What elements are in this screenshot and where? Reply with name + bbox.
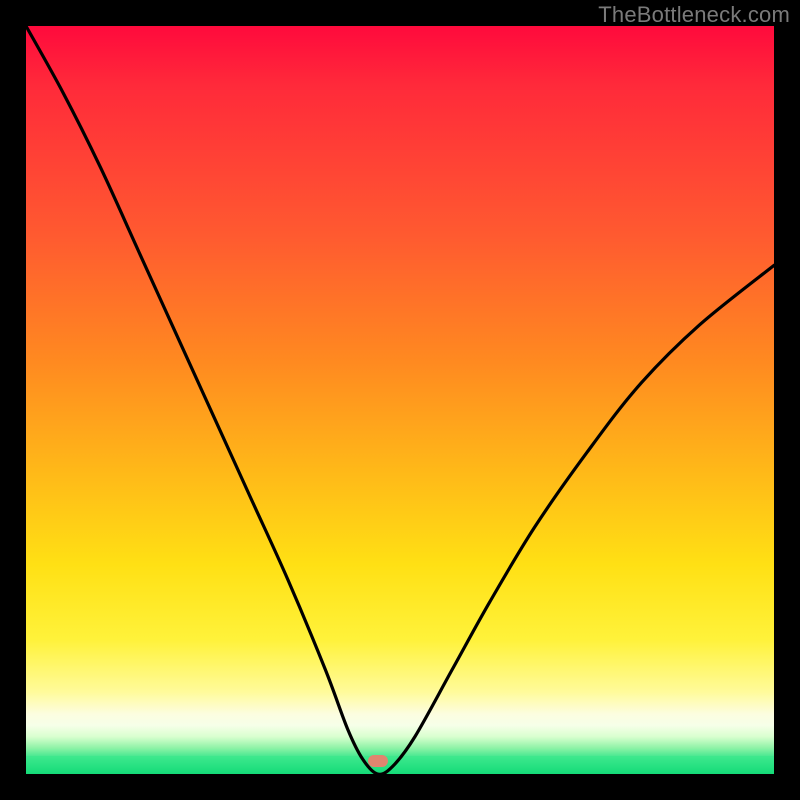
attribution-text: TheBottleneck.com [598,2,790,28]
curve-path [26,26,774,774]
optimal-marker [368,755,388,767]
chart-stage: TheBottleneck.com [0,0,800,800]
bottleneck-curve [26,26,774,774]
plot-area [26,26,774,774]
